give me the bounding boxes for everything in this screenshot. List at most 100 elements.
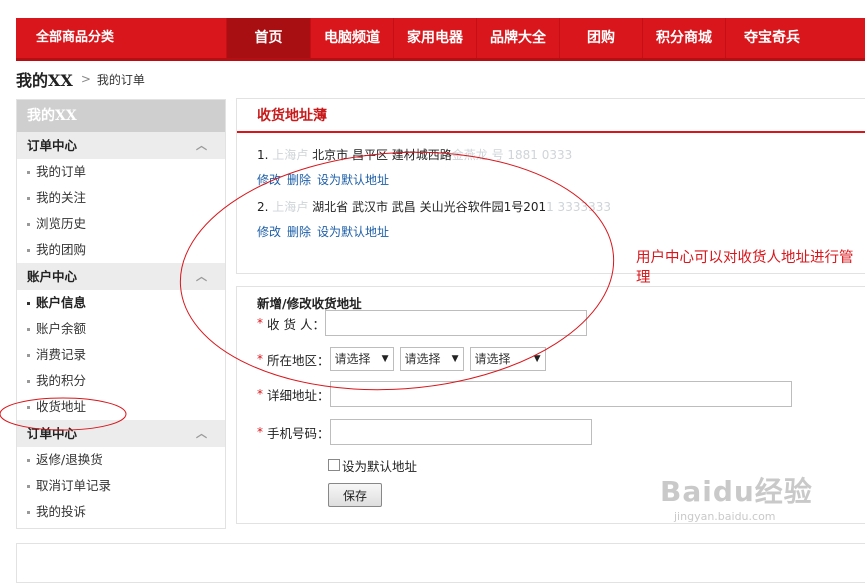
sidebar-group-order-center[interactable]: 订单中心 ︿ [17, 132, 225, 159]
delete-address-link[interactable]: 删除 [287, 173, 311, 187]
nav-item-appliances[interactable]: 家用电器 [393, 18, 476, 58]
receiver-name-blurred: 上海卢 [272, 148, 309, 162]
delete-address-link[interactable]: 删除 [287, 225, 311, 239]
sidebar-item-my-follows[interactable]: 我的关注 [17, 185, 225, 211]
nav-item-computers[interactable]: 电脑频道 [310, 18, 393, 58]
sidebar-item-cancelled-orders[interactable]: 取消订单记录 [17, 473, 225, 499]
sidebar-group-label: 账户中心 [27, 269, 78, 284]
sidebar-item-my-group-buy[interactable]: 我的团购 [17, 237, 225, 263]
address-index: 1. [257, 148, 269, 162]
sidebar-item-balance[interactable]: 账户余额 [17, 316, 225, 342]
sidebar-group-account-center[interactable]: 账户中心 ︿ [17, 263, 225, 290]
chevron-up-icon[interactable]: ︿ [196, 420, 207, 447]
receiver-name-blurred: 上海卢 [272, 200, 309, 214]
sidebar-group-order-center-2[interactable]: 订单中心 ︿ [17, 420, 225, 447]
address-actions: 修改 删除 设为默认地址 [257, 171, 845, 188]
sidebar-item-label: 我的关注 [36, 190, 87, 205]
detail-address-label: 详细地址： [267, 387, 330, 403]
main-nav: 首页 电脑频道 家用电器 品牌大全 团购 积分商城 夺宝奇兵 [226, 18, 818, 58]
sidebar-item-complaints[interactable]: 我的投诉 [17, 499, 225, 525]
address-text: 湖北省 武汉市 武昌 关山光谷软件园1号201 [312, 200, 547, 214]
detail-address-input[interactable] [329, 381, 792, 407]
default-checkbox-row: 设为默认地址 [328, 451, 417, 479]
edit-address-link[interactable]: 修改 [257, 173, 281, 187]
sidebar-title: 我的XX [17, 100, 225, 132]
receiver-input[interactable] [324, 310, 587, 336]
default-address-label: 设为默认地址 [342, 458, 418, 474]
bullet-icon [27, 485, 30, 488]
sidebar-item-points[interactable]: 我的积分 [17, 368, 225, 394]
city-select[interactable]: 请选择 ▼ [399, 347, 464, 371]
phone-row: * 手机号码： [257, 418, 592, 446]
sidebar-item-label: 取消订单记录 [36, 478, 112, 493]
nav-item-brands[interactable]: 品牌大全 [476, 18, 559, 58]
region-row: * 所在地区： 请选择 ▼ 请选择 ▼ 请选择 ▼ [257, 345, 552, 373]
select-value: 请选择 [474, 352, 511, 366]
province-select[interactable]: 请选择 ▼ [329, 347, 394, 371]
sidebar-item-my-orders[interactable]: 我的订单 [17, 159, 225, 185]
top-nav-bar: 全部商品分类 首页 电脑频道 家用电器 品牌大全 团购 积分商城 夺宝奇兵 [16, 18, 865, 61]
sidebar-item-label: 我的团购 [36, 242, 87, 257]
all-categories-menu[interactable]: 全部商品分类 [16, 18, 226, 58]
required-mark: * [257, 352, 263, 366]
required-mark: * [257, 425, 263, 439]
phone-input[interactable] [329, 419, 592, 445]
bullet-icon [27, 223, 30, 226]
nav-item-points-mall[interactable]: 积分商城 [642, 18, 725, 58]
chevron-up-icon[interactable]: ︿ [196, 132, 207, 159]
bullet-icon [27, 249, 30, 252]
address-line: 2. 上海卢 湖北省 武汉市 武昌 关山光谷软件园1号2011 3333333 [257, 199, 845, 215]
address-line: 1. 上海卢 北京市 昌平区 建材城西路金燕龙 号 1881 0333 [257, 147, 845, 163]
set-default-address-link[interactable]: 设为默认地址 [317, 225, 389, 239]
address-tail-blurred: 1 3333333 [546, 200, 612, 214]
sidebar-item-label: 收货地址 [36, 399, 87, 414]
bullet-icon [27, 380, 30, 383]
sidebar-item-label: 我的积分 [36, 373, 87, 388]
sidebar-item-label: 我的投诉 [36, 504, 87, 519]
breadcrumb-separator: > [80, 72, 91, 86]
select-value: 请选择 [404, 352, 441, 366]
sidebar-item-addresses[interactable]: 收货地址 [17, 394, 225, 420]
sidebar-item-returns[interactable]: 返修/退换货 [17, 447, 225, 473]
sidebar-item-label: 账户信息 [36, 295, 87, 310]
bullet-icon [27, 302, 30, 305]
sidebar-item-account-info[interactable]: 账户信息 [17, 290, 225, 316]
district-select[interactable]: 请选择 ▼ [469, 347, 546, 371]
bullet-icon [27, 354, 30, 357]
save-button[interactable]: 保存 [328, 483, 383, 507]
required-mark: * [257, 316, 263, 330]
sidebar-group-label: 订单中心 [27, 426, 78, 441]
dropdown-arrow-icon: ▼ [451, 354, 459, 364]
bullet-icon [27, 511, 30, 514]
dropdown-arrow-icon: ▼ [533, 354, 541, 364]
address-actions: 修改 删除 设为默认地址 [257, 223, 845, 240]
breadcrumb-root[interactable]: 我的XX [16, 67, 73, 91]
bullet-icon [27, 171, 30, 174]
baidu-watermark: Baidu经验 jingyan.baidu.com [660, 470, 813, 523]
nav-item-treasure[interactable]: 夺宝奇兵 [725, 18, 818, 58]
watermark-sub: jingyan.baidu.com [674, 510, 776, 523]
bullet-icon [27, 406, 30, 409]
address-index: 2. [257, 200, 269, 214]
sidebar-group-label: 订单中心 [27, 138, 78, 153]
breadcrumb-current: 我的订单 [96, 72, 145, 87]
default-address-checkbox[interactable] [328, 459, 340, 471]
breadcrumb: 我的XX > 我的订单 [16, 68, 145, 90]
receiver-label: 收 货 人： [267, 316, 325, 332]
bullet-icon [27, 197, 30, 200]
chevron-up-icon[interactable]: ︿ [196, 263, 207, 290]
sidebar-item-label: 返修/退换货 [36, 452, 103, 467]
sidebar-item-spending[interactable]: 消费记录 [17, 342, 225, 368]
address-entry: 1. 上海卢 北京市 昌平区 建材城西路金燕龙 号 1881 0333 修改 删除… [237, 133, 865, 197]
bullet-icon [27, 328, 30, 331]
nav-item-group-buy[interactable]: 团购 [559, 18, 642, 58]
nav-item-home[interactable]: 首页 [226, 18, 310, 58]
edit-address-link[interactable]: 修改 [257, 225, 281, 239]
sidebar-item-history[interactable]: 浏览历史 [17, 211, 225, 237]
save-row: 保存 [328, 481, 383, 509]
set-default-address-link[interactable]: 设为默认地址 [317, 173, 389, 187]
sidebar: 我的XX 订单中心 ︿ 我的订单 我的关注 浏览历史 我的团购 账户中心 ︿ 账… [16, 99, 226, 529]
dropdown-arrow-icon: ▼ [381, 354, 389, 364]
sidebar-item-label: 账户余额 [36, 321, 87, 336]
phone-label: 手机号码： [267, 425, 330, 441]
